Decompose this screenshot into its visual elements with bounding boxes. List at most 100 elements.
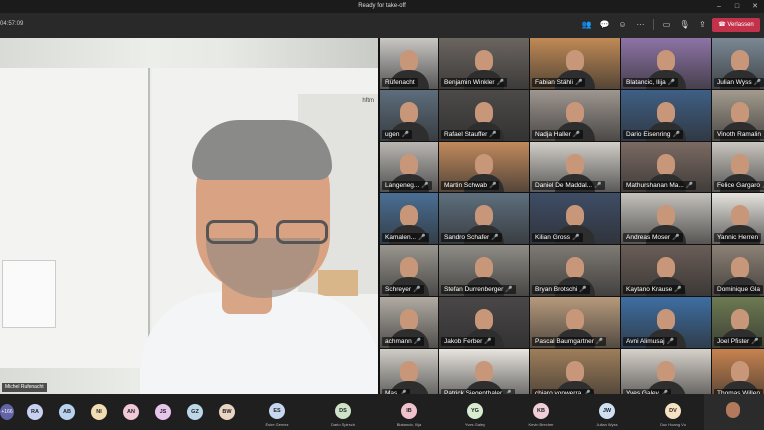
participant-tile[interactable]: Patrick Siegenthaler🎤 bbox=[439, 348, 529, 400]
participant-tile[interactable]: Benjamin Winkler 🎤 bbox=[439, 38, 529, 89]
named-participant[interactable]: DV Duc Hoang Vu bbox=[640, 394, 706, 430]
participant-avatar[interactable]: JS bbox=[148, 394, 180, 430]
named-participant[interactable]: ES Ésire Gemez bbox=[244, 394, 310, 430]
participant-face bbox=[657, 153, 675, 176]
participant-avatar[interactable]: GZ bbox=[180, 394, 212, 430]
participant-tile[interactable]: Julian Wyss 🎤 bbox=[712, 38, 764, 89]
people-icon[interactable]: 👥 bbox=[581, 19, 592, 30]
participant-tile[interactable]: Kaytano Krause 🎤 bbox=[621, 245, 711, 296]
participant-tile[interactable]: Pascal Baumgartner 🎤 bbox=[530, 296, 620, 348]
participant-tile[interactable]: Kamalen... 🎤 bbox=[380, 193, 438, 245]
poster-logo: hftm bbox=[362, 98, 374, 104]
more-icon[interactable]: ··· bbox=[635, 19, 646, 30]
participant-tile[interactable]: Yves Galey🎤 bbox=[621, 348, 711, 400]
participant-name-tag: Jakob Ferber 🎤 bbox=[441, 336, 495, 346]
participant-name-tag: Avni Alimusaj 🎤 bbox=[623, 336, 678, 346]
avatar-list: RA AB NI AN JS GZ BW bbox=[20, 394, 244, 430]
participant-tile[interactable]: Rafael Stauffer 🎤 bbox=[439, 89, 529, 141]
participant-name-tag: Mathurshanan Ma... 🎤 bbox=[623, 181, 697, 191]
participant-tile[interactable]: Nadja Haller 🎤 bbox=[530, 89, 620, 141]
participant-name: Vinoth Ramalin bbox=[717, 130, 761, 138]
maximize-icon[interactable]: □ bbox=[728, 0, 746, 13]
participant-face bbox=[400, 257, 418, 280]
participant-tile[interactable]: chiaro vonwerra🎤 bbox=[530, 348, 620, 400]
participant-tile[interactable]: Mathurshanan Ma... 🎤 bbox=[621, 141, 711, 193]
participant-tile[interactable]: Avni Alimusaj 🎤 bbox=[621, 296, 711, 348]
reactions-icon[interactable]: ☺ bbox=[617, 19, 628, 30]
named-participant[interactable]: YG Yves Galey bbox=[442, 394, 508, 430]
named-participant[interactable]: IB Blatancic, Ilija bbox=[376, 394, 442, 430]
participant-tile[interactable]: Blatancic, Ilija 🎤 bbox=[621, 38, 711, 89]
participant-avatar[interactable]: AN bbox=[116, 394, 148, 430]
avatar-initials: AB bbox=[59, 404, 75, 420]
self-video-preview[interactable] bbox=[704, 394, 764, 430]
camera-icon[interactable]: ▭ bbox=[661, 19, 672, 30]
participant-avatar[interactable]: NI bbox=[84, 394, 116, 430]
participant-face bbox=[400, 308, 418, 331]
mic-icon[interactable]: 🎙 bbox=[679, 19, 690, 30]
participant-tile[interactable]: Martin Schwab 🎤 bbox=[439, 141, 529, 193]
participant-name: Blatancic, Ilija bbox=[626, 78, 666, 86]
participant-name-tag: Benjamin Winkler 🎤 bbox=[441, 77, 508, 87]
mic-icon: 🎤 bbox=[489, 131, 497, 138]
participant-name-tag: Sandro Schafer 🎤 bbox=[441, 233, 502, 243]
participant-tile[interactable]: Joel Pfister 🎤 bbox=[712, 296, 764, 348]
participant-name-tag: Rüfenacht bbox=[382, 77, 418, 87]
participant-face bbox=[400, 50, 418, 72]
active-speaker-video[interactable]: hftm Michel Rufenacht bbox=[0, 38, 378, 394]
mic-icon: 🎤 bbox=[572, 131, 581, 138]
meeting-timer: 04:57:09 bbox=[0, 21, 24, 27]
speaker-glasses bbox=[206, 220, 330, 246]
participant-avatar[interactable]: RA bbox=[20, 394, 52, 430]
share-icon[interactable]: ⇪ bbox=[697, 19, 708, 30]
participant-name-tag: Vinoth Ramalin🎤 bbox=[714, 129, 764, 139]
more-participants[interactable]: +166 bbox=[0, 394, 20, 430]
participant-tile[interactable]: Langeneg... 🎤 bbox=[380, 141, 438, 193]
participant-tile[interactable]: Mas🎤 bbox=[380, 348, 438, 400]
participant-tile[interactable]: Jakob Ferber 🎤 bbox=[439, 296, 529, 348]
participant-tile[interactable]: Kilian Gross 🎤 bbox=[530, 193, 620, 245]
participant-name-tag: Andreas Moser 🎤 bbox=[623, 233, 683, 243]
participant-avatar[interactable]: BW bbox=[212, 394, 244, 430]
participant-tile[interactable]: Sandro Schafer 🎤 bbox=[439, 193, 529, 245]
participant-name: Bryan Brotschi bbox=[535, 285, 578, 293]
participant-tile[interactable]: Bryan Brotschi 🎤 bbox=[530, 245, 620, 296]
minimize-icon[interactable]: – bbox=[710, 0, 728, 13]
participant-tile[interactable]: Daniel De Maddal... 🎤 bbox=[530, 141, 620, 193]
participant-tile[interactable]: ugen 🎤 bbox=[380, 89, 438, 141]
participant-tile[interactable]: Stefan Durrenberger 🎤 bbox=[439, 245, 529, 296]
window-controls: – □ ✕ bbox=[710, 0, 764, 13]
participant-tile[interactable]: Thomas Willen bbox=[712, 348, 764, 400]
leave-button[interactable]: ☎ Verlassen bbox=[712, 18, 760, 32]
photo-strip bbox=[318, 270, 358, 296]
participant-tile[interactable]: Fabian Stähli 🎤 bbox=[530, 38, 620, 89]
named-participant[interactable]: KB Kevin Brecher bbox=[508, 394, 574, 430]
participant-name-tag: Julian Wyss 🎤 bbox=[714, 77, 764, 87]
avatar-initials: KB bbox=[533, 403, 549, 419]
participant-tile[interactable]: Andreas Moser 🎤 bbox=[621, 193, 711, 245]
participant-face bbox=[475, 153, 493, 176]
participant-face bbox=[566, 308, 584, 331]
participant-name: Rafael Stauffer bbox=[444, 130, 488, 138]
chat-icon[interactable]: 💬 bbox=[599, 19, 610, 30]
avatar-initials: IB bbox=[401, 403, 417, 419]
participant-face bbox=[566, 257, 584, 280]
participant-avatar[interactable]: AB bbox=[52, 394, 84, 430]
participant-tile[interactable]: Dominique Gla bbox=[712, 245, 764, 296]
participant-tile[interactable]: Rüfenacht bbox=[380, 38, 438, 89]
named-participant[interactable]: DS Dario Spirsch bbox=[310, 394, 376, 430]
participant-name-tag: Langeneg... 🎤 bbox=[382, 181, 432, 191]
participant-tile[interactable]: Felice Gargaro🎤 bbox=[712, 141, 764, 193]
participant-tile[interactable]: Yannic Herren bbox=[712, 193, 764, 245]
participant-name: Ésire Gemez bbox=[265, 422, 289, 427]
avatar-initials: ES bbox=[269, 403, 285, 419]
participant-face bbox=[400, 205, 418, 228]
participant-tile[interactable]: Dario Eisenring 🎤 bbox=[621, 89, 711, 141]
participant-tile[interactable]: Vinoth Ramalin🎤 bbox=[712, 89, 764, 141]
participant-tile[interactable]: Schreyer 🎤 bbox=[380, 245, 438, 296]
participant-tile[interactable]: achmann 🎤 bbox=[380, 296, 438, 348]
named-participant[interactable]: JW Julian Wyss bbox=[574, 394, 640, 430]
close-icon[interactable]: ✕ bbox=[746, 0, 764, 13]
participant-name: Mathurshanan Ma... bbox=[626, 182, 684, 190]
participant-name: Julian Wyss bbox=[596, 422, 618, 427]
